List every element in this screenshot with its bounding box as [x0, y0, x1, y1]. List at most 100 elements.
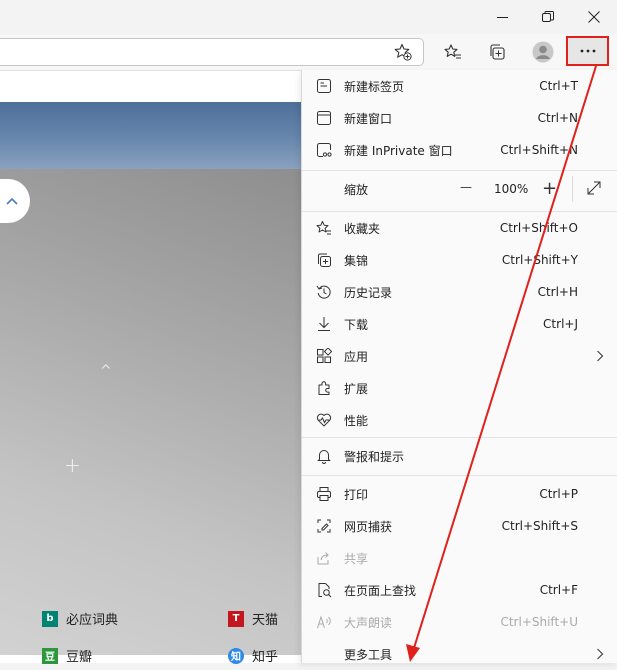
close-window-button[interactable] — [571, 0, 617, 34]
address-bar[interactable] — [0, 38, 424, 66]
star-plus-icon — [394, 43, 412, 61]
menu-item-shortcut: Ctrl+J — [543, 317, 578, 331]
menu-item-shortcut: Ctrl+Shift+O — [499, 221, 578, 235]
menu-item-collections[interactable]: 集锦 Ctrl+Shift+Y — [302, 244, 617, 276]
quick-link-label: 必应词典 — [66, 613, 119, 628]
quick-link-label: 知乎 — [252, 650, 279, 665]
chevron-up-icon[interactable]: ^ — [100, 363, 112, 379]
menu-item-label: 打印 — [344, 487, 369, 502]
quick-link-douban[interactable]: 豆 豆瓣 — [42, 646, 92, 665]
menu-item-label: 历史记录 — [344, 285, 393, 300]
profile-button[interactable] — [528, 38, 558, 66]
minimize-button[interactable] — [479, 0, 525, 34]
profile-icon — [532, 41, 554, 63]
menu-item-extensions[interactable]: 扩展 — [302, 372, 617, 404]
menu-item-alerts[interactable]: 警报和提示 — [302, 440, 617, 472]
download-icon — [314, 314, 334, 334]
history-icon — [314, 282, 334, 302]
web-capture-icon — [314, 516, 334, 536]
menu-item-label: 应用 — [344, 349, 369, 364]
menu-item-shortcut: Ctrl+T — [539, 79, 578, 93]
menu-item-new-window[interactable]: 新建窗口 Ctrl+N — [302, 102, 617, 134]
collections-button[interactable] — [482, 38, 512, 66]
tmall-icon: T — [228, 610, 244, 627]
menu-divider — [302, 475, 617, 476]
zoom-label: 缩放 — [344, 182, 369, 197]
zhihu-icon: 知 — [228, 647, 244, 664]
menu-item-shortcut: Ctrl+H — [537, 285, 578, 299]
menu-item-favorites[interactable]: 收藏夹 Ctrl+Shift+O — [302, 212, 617, 244]
quick-link-zhihu[interactable]: 知 知乎 — [228, 646, 278, 665]
new-tab-icon — [314, 76, 334, 96]
favorites-button[interactable] — [438, 38, 468, 66]
minimize-icon — [496, 12, 508, 23]
menu-item-print[interactable]: 打印 Ctrl+P — [302, 478, 617, 510]
header-banner — [0, 102, 301, 169]
menu-item-shortcut: Ctrl+N — [537, 111, 578, 125]
menu-item-shortcut: Ctrl+Shift+U — [500, 615, 578, 629]
close-icon — [588, 11, 600, 23]
menu-item-more-tools[interactable]: 更多工具 — [302, 638, 617, 670]
menu-item-share: 共享 — [302, 542, 617, 574]
menu-item-label: 性能 — [344, 413, 369, 428]
menu-item-label: 大声朗读 — [344, 615, 393, 630]
menu-item-label: 下载 — [344, 317, 369, 332]
quick-link-tmall[interactable]: T 天猫 — [228, 609, 278, 628]
restore-button[interactable] — [525, 0, 571, 34]
plus-icon[interactable]: + — [64, 453, 81, 477]
collections-icon — [488, 43, 506, 61]
favorites-icon — [314, 218, 334, 238]
menu-item-label: 在页面上查找 — [344, 583, 417, 598]
apps-icon — [314, 346, 334, 366]
settings-and-more-button[interactable] — [566, 36, 609, 66]
menu-item-web-capture[interactable]: 网页捕获 Ctrl+Shift+S — [302, 510, 617, 542]
menu-divider — [302, 437, 617, 438]
menu-item-label: 警报和提示 — [344, 449, 405, 464]
inprivate-icon — [314, 140, 334, 160]
menu-item-find-on-page[interactable]: 在页面上查找 Ctrl+F — [302, 574, 617, 606]
menu-item-zoom: 缩放 — 100% + — [302, 172, 617, 206]
page-content: ^ + b 必应词典 T 天猫 豆 豆瓣 知 知乎 — [0, 71, 301, 665]
menu-divider — [302, 170, 617, 171]
fullscreen-icon[interactable] — [586, 180, 602, 196]
read-aloud-icon — [314, 612, 334, 632]
quick-link-bing[interactable]: b 必应词典 — [42, 609, 118, 628]
settings-menu: 新建标签页 Ctrl+T 新建窗口 Ctrl+N 新建 InPrivate 窗口… — [301, 70, 617, 663]
restore-icon — [542, 11, 554, 23]
bing-icon: b — [42, 610, 58, 627]
menu-item-label: 共享 — [344, 551, 369, 566]
zoom-value: 100% — [494, 182, 529, 196]
menu-item-performance[interactable]: 性能 — [302, 404, 617, 436]
collections-icon — [314, 250, 334, 270]
quick-link-label: 豆瓣 — [66, 650, 93, 665]
menu-item-downloads[interactable]: 下载 Ctrl+J — [302, 308, 617, 340]
menu-item-label: 网页捕获 — [344, 519, 393, 534]
menu-item-read-aloud: 大声朗读 Ctrl+Shift+U — [302, 606, 617, 638]
menu-item-label: 新建 InPrivate 窗口 — [344, 143, 453, 158]
print-icon — [314, 484, 334, 504]
menu-item-label: 新建标签页 — [344, 79, 405, 94]
menu-item-label: 收藏夹 — [344, 221, 381, 236]
menu-item-shortcut: Ctrl+F — [539, 583, 578, 597]
menu-item-shortcut: Ctrl+P — [539, 487, 578, 501]
zoom-in-button[interactable]: + — [542, 178, 557, 199]
menu-item-new-tab[interactable]: 新建标签页 Ctrl+T — [302, 70, 617, 102]
find-icon — [314, 580, 334, 600]
menu-item-apps[interactable]: 应用 — [302, 340, 617, 372]
bell-icon — [314, 446, 334, 466]
menu-item-label: 集锦 — [344, 253, 369, 268]
favorites-icon — [444, 43, 462, 61]
zoom-divider — [572, 176, 573, 202]
extensions-icon — [314, 378, 334, 398]
menu-item-shortcut: Ctrl+Shift+Y — [501, 253, 578, 267]
menu-item-new-inprivate-window[interactable]: 新建 InPrivate 窗口 Ctrl+Shift+N — [302, 134, 617, 166]
performance-icon — [314, 410, 334, 430]
quick-link-label: 天猫 — [252, 613, 279, 628]
zoom-out-button[interactable]: — — [460, 180, 472, 194]
menu-item-history[interactable]: 历史记录 Ctrl+H — [302, 276, 617, 308]
chevron-right-icon — [596, 350, 604, 362]
add-favorite-button[interactable] — [388, 38, 418, 66]
new-window-icon — [314, 108, 334, 128]
menu-item-label: 新建窗口 — [344, 111, 393, 126]
menu-item-shortcut: Ctrl+Shift+N — [500, 143, 578, 157]
